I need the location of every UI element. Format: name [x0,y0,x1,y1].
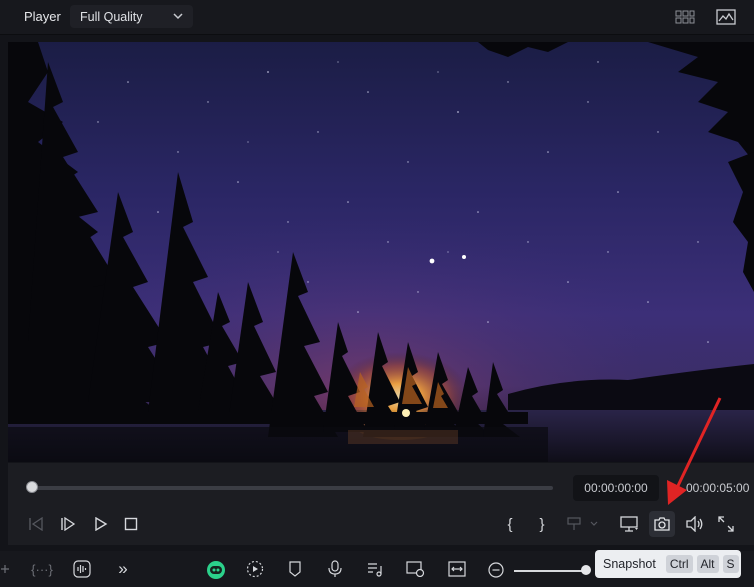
grid-view-icon[interactable] [674,8,696,26]
panel-title: Player [24,9,61,24]
quality-value: Full Quality [80,9,143,24]
add-track-icon[interactable] [0,561,12,577]
video-preview[interactable] [8,42,754,462]
microphone-icon[interactable] [326,559,344,579]
volume-icon[interactable] [684,514,706,534]
insert-clip-icon[interactable] [566,515,600,533]
speed-icon[interactable] [245,559,265,579]
audio-waveform-icon[interactable] [72,559,92,579]
render-preview-icon[interactable] [618,514,642,534]
total-duration: 00:00:05:00 [686,481,750,495]
quality-dropdown[interactable]: Full Quality [70,5,193,28]
chevron-down-icon [171,9,185,23]
shortcut-key-ctrl: Ctrl [665,555,693,573]
previous-frame-icon[interactable] [26,515,46,533]
marker-icon[interactable] [286,559,304,579]
current-timecode[interactable]: 00:00:00:00 [573,475,659,501]
zoom-out-icon[interactable] [487,561,505,579]
snapshot-camera-icon[interactable] [649,511,675,537]
split-range-icon[interactable]: {···} [30,560,54,578]
fit-width-icon[interactable] [447,559,467,579]
shortcut-key-s: S [722,555,739,573]
night-sky-video-frame [8,42,754,462]
ai-assistant-icon[interactable] [205,559,227,581]
image-analysis-icon[interactable] [714,7,738,27]
next-frame-icon[interactable] [58,515,78,533]
playback-scrubber[interactable] [33,486,553,490]
music-list-icon[interactable] [366,559,384,579]
stop-icon[interactable] [122,515,140,533]
preview-render-icon[interactable] [405,559,427,579]
player-header: Player Full Quality [0,0,754,35]
more-tools-icon[interactable]: » [113,559,133,579]
player-controls: 00:00:00:00 00:00:05:00 { } [8,463,754,545]
snapshot-tooltip: Snapshot Ctrl Alt S [595,550,741,578]
shortcut-key-alt: Alt [696,555,719,573]
playhead-knob[interactable] [26,481,38,493]
tooltip-label: Snapshot [603,557,656,571]
fullscreen-icon[interactable] [716,514,736,534]
zoom-slider-knob[interactable] [581,565,591,575]
mark-out-icon[interactable]: } [534,514,550,534]
play-icon[interactable] [92,515,110,533]
mark-in-icon[interactable]: { [502,514,518,534]
zoom-slider-track[interactable] [514,570,586,572]
